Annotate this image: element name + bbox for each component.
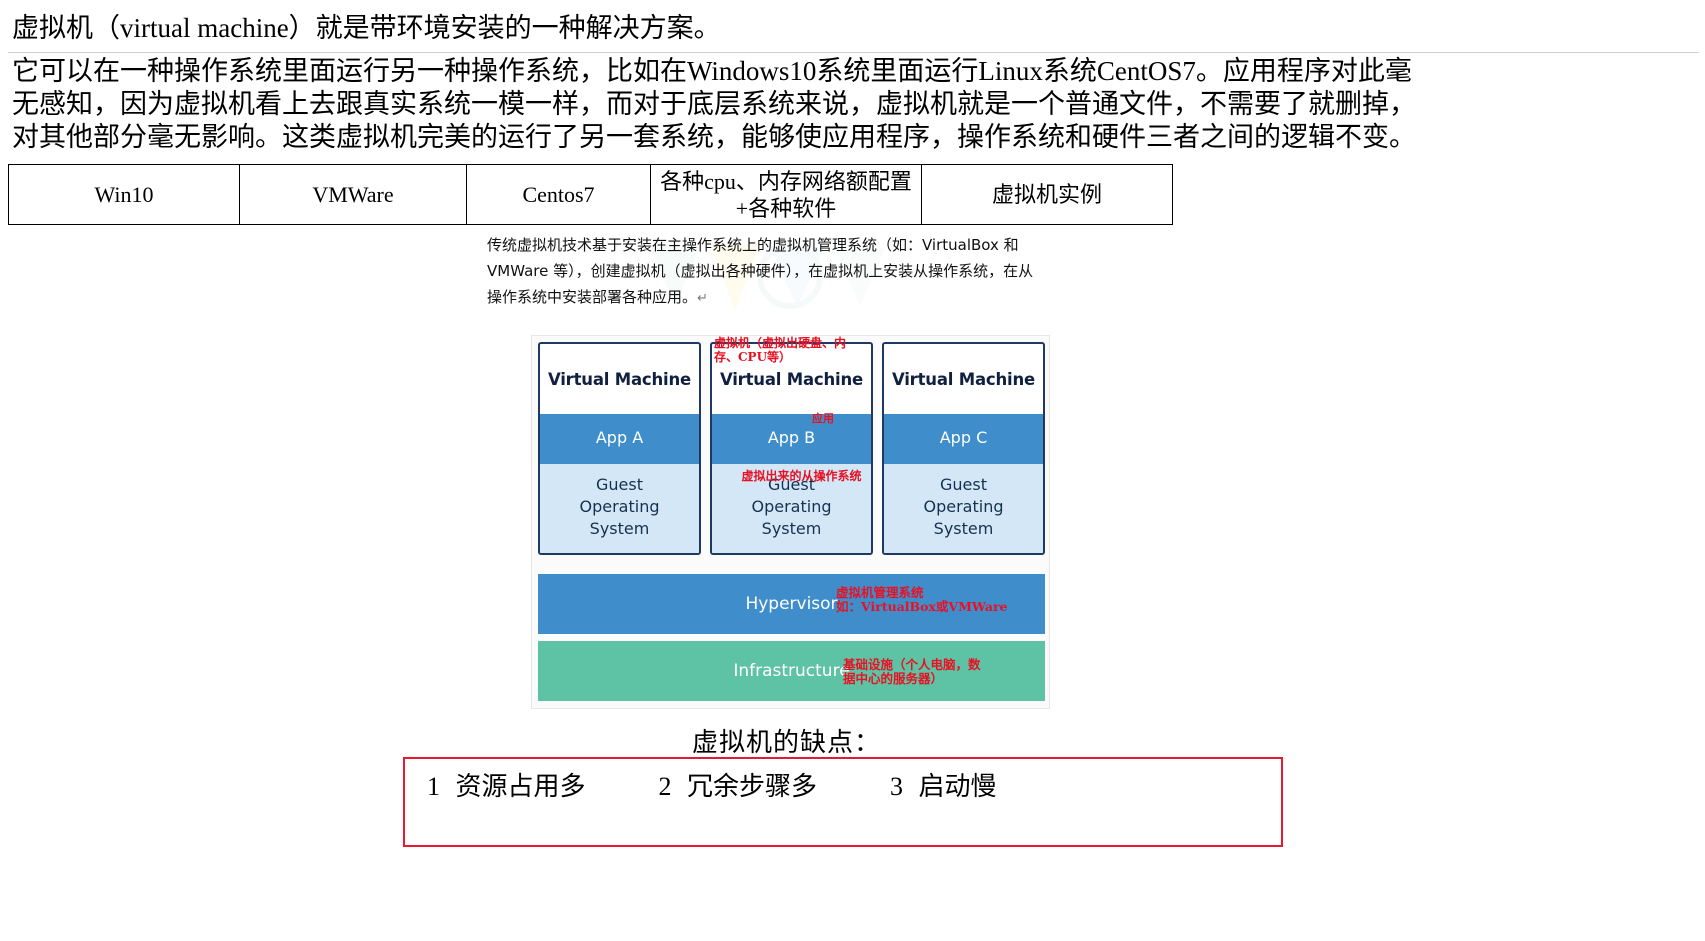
virtual-machine-c: Virtual Machine App C Guest Operating Sy… [882, 342, 1045, 555]
vm-architecture-diagram: Virtual Machine App A Guest Operating Sy… [531, 335, 1050, 709]
vm-b-app: App B [712, 414, 871, 464]
vm-c-title: Virtual Machine [891, 370, 1036, 389]
explanation-line-1: 传统虚拟机技术基于安装在主操作系统上的虚拟机管理系统（如：VirtualBox … [487, 236, 1019, 254]
explanation-paragraph: 传统虚拟机技术基于安装在主操作系统上的虚拟机管理系统（如：VirtualBox … [487, 232, 1107, 312]
drawbacks-title: 虚拟机的缺点： [692, 728, 882, 757]
explanation-line-3: 操作系统中安装部署各种应用。↵ [487, 284, 1107, 312]
pilcrow-mark: ↵ [697, 291, 708, 306]
vm-b-guest-os: Guest Operating System [712, 464, 871, 553]
drawback-3-text: 启动慢 [918, 772, 997, 801]
virtual-machine-a: Virtual Machine App A Guest Operating Sy… [538, 342, 701, 555]
vm-a-guest-line-3: System [589, 519, 650, 538]
vm-b-guest-line-2: Operating [751, 497, 832, 516]
drawback-2-number: 2 [658, 772, 672, 801]
virtual-machine-b: Virtual Machine App B Guest Operating Sy… [710, 342, 873, 555]
vm-a-guest-os: Guest Operating System [540, 464, 699, 553]
infrastructure-band: Infrastructure [538, 641, 1045, 701]
drawback-3-number: 3 [890, 772, 904, 801]
table-cell-vm-instance: 虚拟机实例 [921, 164, 1173, 225]
table-cell-guest-os: Centos7 [466, 164, 651, 225]
vm-c-guest-line-2: Operating [923, 497, 1004, 516]
drawback-1-number: 1 [427, 772, 440, 801]
explanation-line-2: VMWare 等），创建虚拟机（虚拟出各种硬件），在虚拟机上安装从操作系统，在从 [487, 262, 1034, 280]
vm-c-guest-os: Guest Operating System [884, 464, 1043, 553]
hypervisor-band: Hypervisor [538, 574, 1045, 634]
intro-paragraph-2-line-3: 对其他部分毫无影响。这类虚拟机完美的运行了另一套系统，能够使应用程序，操作系统和… [12, 122, 1416, 152]
drawbacks-list: 1 资源占用多 2 冗余步骤多 3 启动慢 [427, 766, 1267, 803]
drawback-2-text: 冗余步骤多 [687, 772, 818, 801]
intro-paragraph-2-line-2: 无感知，因为虚拟机看上去跟真实系统一模一样，而对于底层系统来说，虚拟机就是一个普… [12, 89, 1416, 119]
intro-paragraph-1: 虚拟机（virtual machine）就是带环境安装的一种解决方案。 [12, 13, 721, 43]
vm-b-title: Virtual Machine [719, 370, 864, 389]
vm-a-title: Virtual Machine [547, 370, 692, 389]
vm-c-guest-line-3: System [933, 519, 994, 538]
table-cell-host-os: Win10 [8, 164, 240, 225]
vm-a-app: App A [540, 414, 699, 464]
stack-table: Win10 VMWare Centos7 各种cpu、内存网络额配置+各种软件 … [8, 164, 1173, 225]
vm-a-guest-line-1: Guest [596, 475, 643, 494]
virtual-machine-row: Virtual Machine App A Guest Operating Sy… [538, 342, 1045, 555]
vm-a-guest-line-2: Operating [579, 497, 660, 516]
intro-section: 虚拟机（virtual machine）就是带环境安装的一种解决方案。 它可以在… [0, 0, 1705, 158]
table-cell-resources: 各种cpu、内存网络额配置+各种软件 [650, 164, 922, 225]
vm-b-guest-line-3: System [761, 519, 822, 538]
vm-c-guest-line-1: Guest [940, 475, 987, 494]
table-cell-hypervisor: VMWare [239, 164, 467, 225]
intro-paragraph-2: 它可以在一种操作系统里面运行另一种操作系统，比如在Windows10系统里面运行… [8, 53, 1699, 158]
explanation-line-3-text: 操作系统中安装部署各种应用。 [487, 288, 698, 306]
drawback-1-text: 资源占用多 [455, 772, 586, 801]
vm-b-guest-line-1: Guest [768, 475, 815, 494]
intro-paragraph-2-line-1: 它可以在一种操作系统里面运行另一种操作系统，比如在Windows10系统里面运行… [12, 56, 1412, 86]
vm-c-app: App C [884, 414, 1043, 464]
table-row: Win10 VMWare Centos7 各种cpu、内存网络额配置+各种软件 … [8, 164, 1173, 225]
